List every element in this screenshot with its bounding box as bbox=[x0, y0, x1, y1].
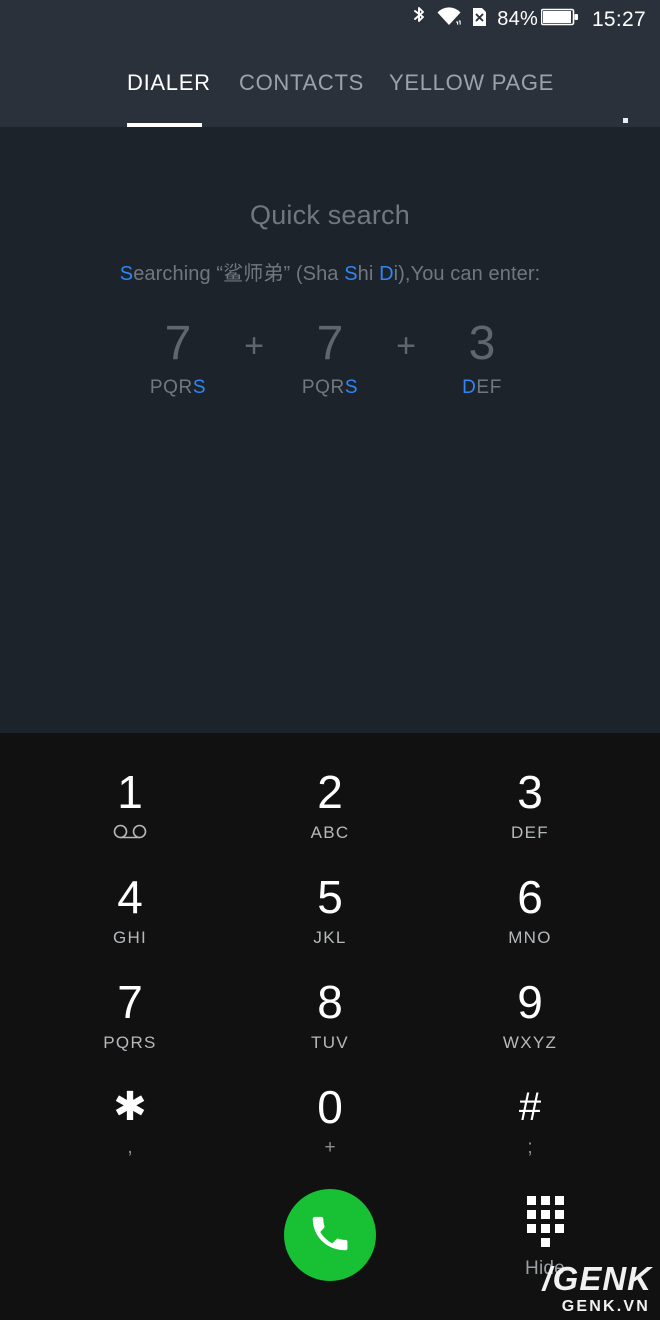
key-8-letters: TUV bbox=[311, 1032, 349, 1052]
key-5-letters: JKL bbox=[313, 927, 347, 947]
battery-percent-label: 84% bbox=[497, 8, 538, 30]
key-5[interactable]: 5 JKL bbox=[220, 857, 440, 962]
key-1-digit: 1 bbox=[117, 765, 143, 818]
key-3[interactable]: 3 DEF bbox=[420, 752, 640, 857]
tab-bar: DIALER CONTACTS YELLOW PAGE bbox=[0, 52, 660, 158]
app-header: 84% 15:27 DIALER CONTACTS YELLOW PAGE bbox=[0, 0, 660, 158]
call-button[interactable] bbox=[284, 1189, 376, 1281]
search-hint-tail: ),You can enter: bbox=[398, 263, 541, 285]
bluetooth-icon bbox=[411, 6, 427, 33]
hint-digit-cell-2: 7 PQRS bbox=[280, 317, 380, 399]
hint-digit-letters-2: PQRS bbox=[280, 377, 380, 399]
hide-keypad-label: Hide bbox=[525, 1258, 565, 1279]
key-6-letters: MNO bbox=[508, 927, 552, 947]
no-sim-icon bbox=[471, 6, 488, 33]
quick-search-title: Quick search bbox=[250, 200, 410, 230]
key-9[interactable]: 9 WXYZ bbox=[420, 962, 640, 1067]
phone-call-icon bbox=[307, 1210, 353, 1261]
status-bar: 84% 15:27 bbox=[411, 0, 646, 38]
hint-digit-value-2: 7 bbox=[316, 317, 344, 370]
key-3-letters: DEF bbox=[511, 822, 549, 842]
hint-separator-2: + bbox=[396, 327, 416, 365]
battery-icon bbox=[540, 7, 579, 32]
dialpad-icon bbox=[526, 1196, 564, 1247]
search-hint-prefix-highlight: S bbox=[119, 263, 134, 285]
key-star[interactable]: ✱ , bbox=[20, 1067, 240, 1172]
quick-search-panel: Quick search Searching “鲨师弟” (Sha Shi Di… bbox=[0, 127, 660, 733]
battery-status: 84% bbox=[497, 7, 579, 32]
key-7-digit: 7 bbox=[117, 975, 143, 1028]
key-4-digit: 4 bbox=[117, 870, 143, 923]
key-4[interactable]: 4 GHI bbox=[20, 857, 240, 962]
key-2[interactable]: 2 ABC bbox=[220, 752, 440, 857]
key-hash-digit: # bbox=[518, 1084, 542, 1129]
key-2-letters: ABC bbox=[310, 822, 350, 842]
key-2-digit: 2 bbox=[317, 765, 343, 818]
search-hint-paren-open: (Sha bbox=[290, 263, 345, 285]
hint-letters-plain-2: PQR bbox=[301, 377, 345, 398]
hint-digit-letters-1: PQRS bbox=[128, 377, 228, 399]
hint-digit-value-3: 3 bbox=[468, 317, 496, 370]
status-bar-clock: 15:27 bbox=[591, 7, 646, 31]
key-0-digit: 0 bbox=[317, 1080, 343, 1133]
search-hint-hi: hi bbox=[357, 263, 380, 285]
key-1[interactable]: 1 bbox=[20, 752, 240, 857]
key-3-digit: 3 bbox=[517, 765, 543, 818]
tab-dialer[interactable]: DIALER bbox=[127, 70, 211, 96]
key-9-digit: 9 bbox=[517, 975, 543, 1028]
hint-digit-cell-3: 3 DEF bbox=[432, 317, 532, 399]
search-digit-hint-row: 7 PQRS + 7 PQRS + 3 DEF bbox=[0, 317, 660, 399]
voicemail-icon bbox=[113, 824, 147, 841]
search-hint-text: Searching “鲨师弟” (Sha Shi Di),You can ent… bbox=[0, 257, 660, 286]
key-5-digit: 5 bbox=[317, 870, 343, 923]
hint-separator-1: + bbox=[244, 327, 264, 365]
key-0-symbol: + bbox=[324, 1136, 336, 1158]
search-hint-cjk: 鲨师弟 bbox=[223, 263, 284, 285]
key-hash[interactable]: # ; bbox=[420, 1067, 640, 1172]
key-0[interactable]: 0 + bbox=[220, 1067, 440, 1172]
hint-letters-plain-3: EF bbox=[476, 377, 502, 398]
key-7[interactable]: 7 PQRS bbox=[20, 962, 240, 1067]
phone-dialer-screen: 84% 15:27 DIALER CONTACTS YELLOW PAGE Qu… bbox=[0, 0, 660, 1320]
wifi-icon bbox=[436, 6, 462, 33]
key-7-letters: PQRS bbox=[103, 1032, 157, 1052]
hint-letters-plain-1: PQR bbox=[149, 377, 193, 398]
hide-keypad-button[interactable]: Hide bbox=[495, 1196, 595, 1280]
hint-digit-value-1: 7 bbox=[164, 317, 192, 370]
tab-contacts[interactable]: CONTACTS bbox=[239, 70, 364, 96]
key-8-digit: 8 bbox=[317, 975, 343, 1028]
search-hint-prefix-rest: earching bbox=[133, 263, 217, 285]
key-8[interactable]: 8 TUV bbox=[220, 962, 440, 1067]
tab-yellow-page[interactable]: YELLOW PAGE bbox=[389, 70, 554, 96]
hint-digit-cell-1: 7 PQRS bbox=[128, 317, 228, 399]
hint-letters-highlight-1: S bbox=[192, 377, 207, 398]
search-hint-s1: S bbox=[344, 263, 358, 285]
key-star-symbol: , bbox=[127, 1136, 133, 1158]
key-hash-symbol: ; bbox=[527, 1136, 533, 1158]
hint-letters-highlight-3: D bbox=[462, 377, 477, 398]
key-6[interactable]: 6 MNO bbox=[420, 857, 640, 962]
hint-digit-letters-3: DEF bbox=[432, 377, 532, 399]
key-star-digit: ✱ bbox=[113, 1084, 147, 1129]
key-9-letters: WXYZ bbox=[502, 1032, 558, 1052]
key-6-digit: 6 bbox=[517, 870, 543, 923]
search-hint-d: D bbox=[379, 263, 394, 285]
key-4-letters: GHI bbox=[112, 927, 148, 947]
hint-letters-highlight-2: S bbox=[344, 377, 359, 398]
